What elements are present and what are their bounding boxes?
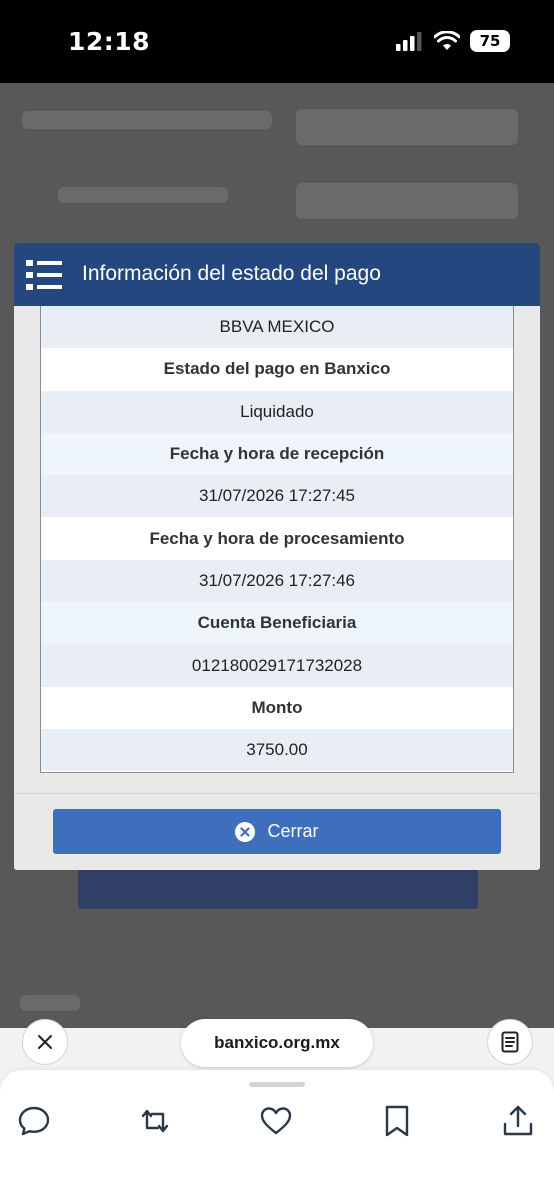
status-icons: 75 — [396, 30, 510, 52]
close-circle-icon — [235, 821, 256, 842]
reader-button[interactable] — [487, 1019, 533, 1065]
info-row: BBVA MEXICO — [41, 306, 513, 349]
info-row-value: 012180029171732028 — [41, 644, 513, 687]
reply-icon[interactable] — [17, 1104, 51, 1138]
background-select — [296, 109, 518, 145]
sheet-grabber[interactable] — [249, 1082, 305, 1087]
close-browser-button[interactable] — [22, 1019, 68, 1065]
info-row-value: 3750.00 — [41, 728, 513, 772]
signal-icon — [396, 32, 422, 51]
info-row-value: 31/07/2026 17:27:45 — [41, 475, 513, 518]
wifi-icon — [434, 31, 460, 50]
payment-status-modal: Información del estado del pago BBVA MEX… — [14, 243, 540, 870]
share-icon[interactable] — [501, 1104, 535, 1138]
close-button[interactable]: Cerrar — [53, 809, 501, 854]
close-button-label: Cerrar — [267, 821, 319, 841]
background-select — [296, 183, 518, 219]
list-icon — [26, 260, 62, 290]
info-row-label: Fecha y hora de procesamiento — [41, 517, 513, 560]
status-bar: 12:18 75 — [0, 0, 554, 83]
modal-divider — [14, 793, 540, 794]
info-row-value: 31/07/2026 17:27:46 — [41, 559, 513, 603]
like-icon[interactable] — [259, 1104, 293, 1138]
info-row-label: Fecha y hora de recepción — [41, 432, 513, 476]
info-row-label: Estado del pago en Banxico — [41, 348, 513, 391]
info-row-label: Cuenta Beneficiaria — [41, 602, 513, 645]
url-bar[interactable]: banxico.org.mx — [181, 1019, 373, 1067]
close-icon — [38, 1035, 52, 1049]
repost-icon[interactable] — [138, 1104, 172, 1138]
status-time: 12:18 — [68, 27, 151, 56]
info-row-value: Liquidado — [41, 390, 513, 433]
modal-title: Información del estado del pago — [82, 262, 381, 285]
bookmark-icon[interactable] — [380, 1104, 414, 1138]
reader-icon — [501, 1031, 519, 1053]
modal-header: Información del estado del pago — [14, 243, 540, 306]
info-row-label: Monto — [41, 686, 513, 729]
background-button — [78, 869, 478, 909]
background-label — [20, 995, 80, 1011]
battery-icon: 75 — [470, 30, 510, 52]
background-label — [22, 111, 272, 129]
payment-info-table: BBVA MEXICO Estado del pago en Banxico L… — [40, 306, 514, 773]
background-label — [58, 187, 228, 203]
